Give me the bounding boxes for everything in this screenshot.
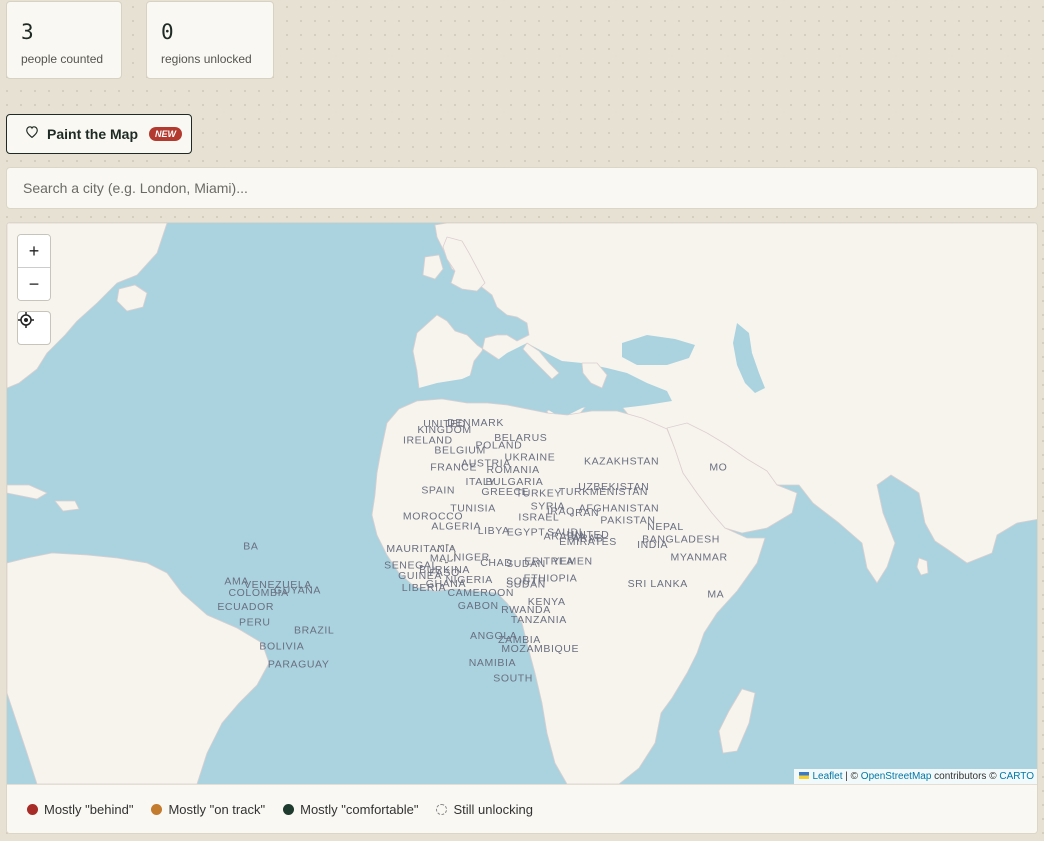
legend-label: Mostly "comfortable"	[300, 802, 419, 817]
country-label: EGYPT	[507, 526, 546, 538]
attribution-contributors: contributors ©	[931, 771, 1000, 782]
country-label: NEPAL	[647, 521, 684, 533]
openstreetmap-link[interactable]: OpenStreetMap	[861, 771, 932, 782]
stat-value: 0	[161, 20, 174, 44]
legend-swatch	[151, 804, 163, 815]
country-label: INDIA	[637, 539, 668, 551]
country-label: UKRAINE	[504, 452, 555, 464]
country-label: AFGHANISTAN	[579, 502, 660, 514]
paint-the-map-button[interactable]: Paint the Map NEW	[6, 114, 192, 154]
country-label: TURKEY	[516, 488, 562, 500]
country-label: EMIRATES	[559, 536, 617, 548]
country-label: TANZANIA	[511, 614, 567, 626]
country-label: GABON	[458, 600, 499, 612]
legend-label: Still unlocking	[453, 802, 533, 817]
stat-value: 3	[21, 20, 34, 44]
carto-link[interactable]: CARTO	[999, 771, 1034, 782]
country-label: MO	[709, 461, 727, 473]
zoom-controls: + −	[17, 234, 51, 301]
country-label: KAZAKHSTAN	[584, 456, 659, 468]
legend-item-behind: Mostly "behind"	[27, 802, 133, 817]
legend-swatch	[27, 804, 38, 815]
legend-swatch	[283, 804, 295, 815]
heart-icon	[25, 125, 39, 143]
legend-label: Mostly "behind"	[44, 802, 134, 817]
country-label: MA	[707, 588, 724, 600]
country-label: SOUTH	[493, 673, 533, 685]
country-label: SRI LANKA	[628, 578, 688, 590]
country-label: BRAZIL	[294, 625, 334, 637]
legend-label: Mostly "on track"	[168, 802, 266, 817]
attribution-separator: | ©	[842, 771, 861, 782]
country-label: CAMEROON	[447, 587, 514, 599]
stat-label: regions unlocked	[161, 52, 252, 66]
country-label: NAMIBIA	[469, 657, 516, 669]
map-legend: Mostly "behind" Mostly "on track" Mostly…	[7, 784, 1037, 833]
new-badge: NEW	[149, 127, 183, 141]
country-label: COLOMBIA	[228, 587, 288, 599]
country-label: PARAGUAY	[268, 658, 330, 670]
country-label: PERU	[239, 617, 271, 629]
legend-item-comfortable: Mostly "comfortable"	[283, 802, 418, 817]
country-label: BELGIUM	[434, 445, 485, 457]
country-label: ALGERIA	[431, 520, 481, 532]
country-label: ECUADOR	[217, 601, 274, 613]
country-label: SPAIN	[421, 484, 455, 496]
map-panel: UNITED KINGDOM IRELAND DENMARK BELARUS POLAND…	[6, 222, 1038, 834]
map-canvas[interactable]: UNITED KINGDOM IRELAND DENMARK BELARUS POLAND…	[7, 223, 1037, 784]
country-label: AMA	[224, 575, 249, 587]
country-label: DENMARK	[447, 417, 504, 429]
country-label: ISRAEL	[518, 512, 559, 524]
legend-item-still-unlocking: Still unlocking	[436, 802, 533, 817]
basemap: UNITEDKINGDOMIRELANDDENMARKBELARUSPOLAND…	[7, 223, 1037, 784]
country-label: YEMEN	[552, 555, 592, 567]
country-label: BA	[243, 540, 258, 552]
paint-button-label: Paint the Map	[47, 126, 139, 142]
leaflet-link[interactable]: Leaflet	[812, 771, 842, 782]
locate-button[interactable]	[17, 311, 51, 345]
city-search-input[interactable]	[6, 167, 1038, 209]
country-label: MOZAMBIQUE	[501, 643, 579, 655]
legend-item-on-track: Mostly "on track"	[151, 802, 265, 817]
country-label: FRANCE	[430, 461, 477, 473]
zoom-out-button[interactable]: −	[18, 267, 50, 300]
country-label: LIBERIA	[402, 582, 446, 594]
legend-swatch	[436, 804, 448, 815]
country-label: TURKMENISTAN	[559, 486, 648, 498]
map-attribution: Leaflet | © OpenStreetMap contributors ©…	[794, 769, 1037, 784]
stat-card-regions: 0 regions unlocked	[146, 1, 274, 79]
country-label: ROMANIA	[486, 464, 539, 476]
zoom-in-button[interactable]: +	[18, 235, 50, 267]
country-label: MYANMAR	[671, 551, 728, 563]
country-label: LIBYA	[478, 525, 510, 537]
stat-card-people: 3 people counted	[6, 1, 122, 79]
ukraine-flag-icon	[799, 772, 810, 779]
stat-label: people counted	[21, 52, 104, 66]
country-label: BOLIVIA	[259, 641, 304, 653]
